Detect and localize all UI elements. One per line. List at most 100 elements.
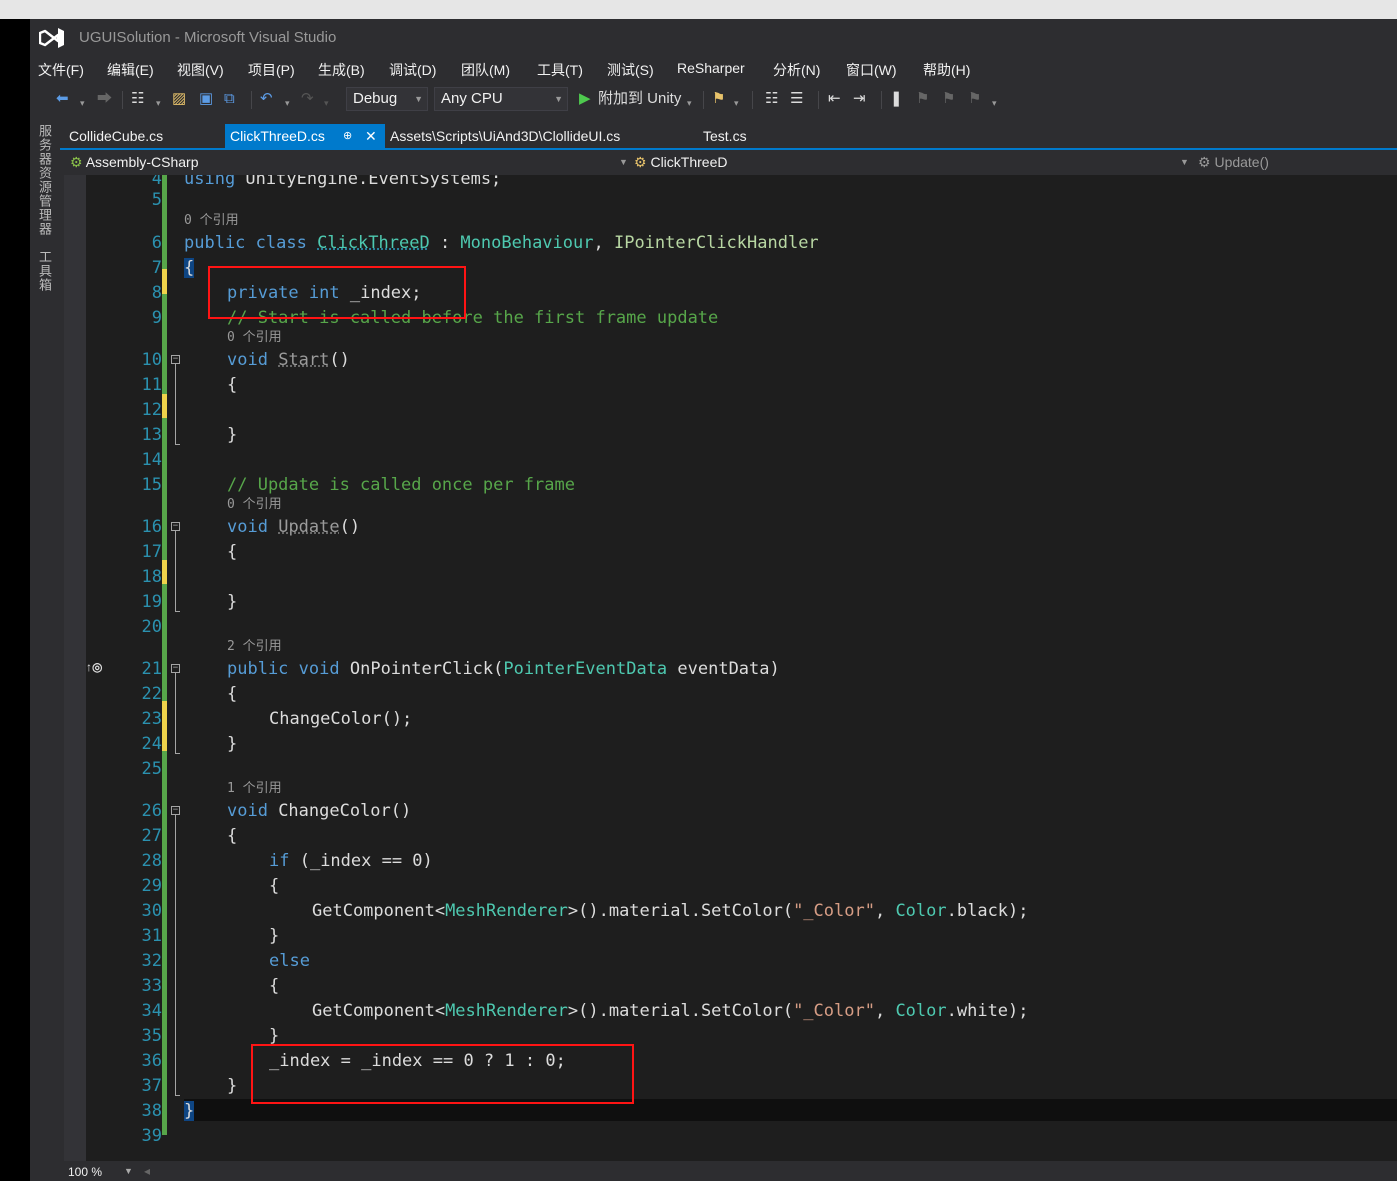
saved-change-bar <box>162 584 167 701</box>
line-number: 39 <box>141 1126 162 1146</box>
code-line: } <box>227 1076 238 1096</box>
new-project-icon[interactable]: ☷ <box>131 90 144 108</box>
toolbar-overflow-icon[interactable]: ▾ <box>992 94 997 112</box>
menu-window[interactable]: 窗口(W) <box>846 60 897 80</box>
toolbox-tab[interactable]: 工具箱 <box>35 250 54 292</box>
codelens-references[interactable]: 0 个引用 <box>227 498 282 512</box>
resharper-gutter-icon[interactable]: ↑◎ <box>86 660 102 674</box>
decrease-indent-icon[interactable]: ⇤ <box>828 90 841 108</box>
editor-status-line: 100 % ▼ ◂ <box>60 1161 1397 1181</box>
pin-icon[interactable]: ⊕ <box>343 124 352 148</box>
find-in-files-icon[interactable]: ⚑ <box>712 90 725 108</box>
menu-view[interactable]: 视图(V) <box>177 60 224 80</box>
zoom-level[interactable]: 100 % <box>68 1165 102 1179</box>
unsaved-change-bar <box>162 560 167 584</box>
toolbar-separator <box>703 91 704 109</box>
previous-bookmark-icon[interactable]: ⚑ <box>916 90 929 108</box>
class-view-icon[interactable]: ☰ <box>790 90 803 108</box>
menu-resharper[interactable]: ReSharper <box>677 60 745 76</box>
tab-clollideui[interactable]: Assets\Scripts\UiAnd3D\ClollideUI.cs <box>385 124 695 148</box>
type-name: MonoBehaviour <box>460 233 594 253</box>
navigate-back-icon[interactable]: ⬅ <box>56 90 69 108</box>
codelens-references[interactable]: 0 个引用 <box>184 214 239 228</box>
next-bookmark-icon[interactable]: ⚑ <box>942 90 955 108</box>
server-explorer-tab[interactable]: 服务器资源管理器 <box>35 124 54 236</box>
line-number: 24 <box>141 734 162 754</box>
codelens-references[interactable]: 1 个引用 <box>227 782 282 796</box>
saved-change-bar <box>162 418 167 560</box>
collapse-update-icon[interactable]: − <box>171 522 180 531</box>
solution-explorer-icon[interactable]: ☷ <box>765 90 778 108</box>
code-line: { <box>184 258 195 278</box>
codelens-references[interactable]: 2 个引用 <box>227 640 282 654</box>
attach-to-unity-button[interactable]: 附加到 Unity <box>598 90 681 108</box>
code-keyword-line: else <box>269 951 310 971</box>
line-number: 25 <box>141 759 162 779</box>
menu-project[interactable]: 项目(P) <box>248 60 295 80</box>
codelens-references[interactable]: 0 个引用 <box>227 331 282 345</box>
tab-test[interactable]: Test.cs <box>698 124 808 148</box>
outline-line <box>175 673 176 753</box>
open-file-icon[interactable]: ▨ <box>172 90 186 108</box>
matched-brace: { <box>184 258 195 278</box>
line-number: 26 <box>141 801 162 821</box>
close-icon[interactable]: ✕ <box>365 124 377 148</box>
code-line: { <box>269 976 280 996</box>
code-text: .white); <box>946 1001 1029 1021</box>
line-number: 31 <box>141 926 162 946</box>
tab-label: CollideCube.cs <box>69 128 164 144</box>
chevron-down-icon: ▼ <box>554 94 563 104</box>
play-icon[interactable]: ▶ <box>579 90 591 108</box>
line-number: 30 <box>141 901 162 921</box>
menu-help[interactable]: 帮助(H) <box>923 60 970 80</box>
zoom-dropdown-icon[interactable]: ▼ <box>124 1166 133 1176</box>
tab-clickthreed[interactable]: ClickThreeD.cs ⊕ ✕ <box>225 124 385 148</box>
menu-analyze[interactable]: 分析(N) <box>773 60 820 80</box>
redo-icon[interactable]: ↷ <box>301 90 314 108</box>
code-line: } <box>184 1101 195 1121</box>
member-dropdown[interactable]: ⚙ Update() <box>1198 151 1393 174</box>
solution-configuration-select[interactable]: Debug ▼ <box>346 87 428 111</box>
scroll-left-icon[interactable]: ◂ <box>144 1164 150 1178</box>
code-line: { <box>269 876 280 896</box>
tab-collidecube[interactable]: CollideCube.cs <box>64 124 224 148</box>
code-text: () <box>329 350 350 370</box>
collapse-onpointerclick-icon[interactable]: − <box>171 664 180 673</box>
save-all-icon[interactable]: ⧉ <box>224 90 235 108</box>
class-icon: ⚙ <box>634 154 647 170</box>
menu-file[interactable]: 文件(F) <box>38 60 84 80</box>
unsaved-change-bar <box>162 269 167 294</box>
increase-indent-icon[interactable]: ⇥ <box>853 90 866 108</box>
code-editor[interactable]: ↑◎ 4 5 6 7 8 9 10 11 12 13 14 15 16 17 1… <box>64 175 1397 1161</box>
class-dropdown[interactable]: ⚙ ClickThreeD ▼ <box>634 151 1189 174</box>
menu-build[interactable]: 生成(B) <box>318 60 365 80</box>
collapse-start-icon[interactable]: − <box>171 355 180 364</box>
menu-edit[interactable]: 编辑(E) <box>107 60 154 80</box>
redo-dropdown-icon[interactable]: ▾ <box>324 94 329 112</box>
type-name: MeshRenderer <box>445 1001 568 1021</box>
undo-icon[interactable]: ↶ <box>260 90 273 108</box>
navigate-forward-icon[interactable]: ⮕ <box>97 90 112 108</box>
screen-left-edge <box>0 19 30 1181</box>
clear-bookmarks-icon[interactable]: ⚑ <box>968 90 981 108</box>
undo-dropdown-icon[interactable]: ▾ <box>285 94 290 112</box>
project-dropdown[interactable]: ⚙ Assembly-CSharp ▼ <box>70 151 628 174</box>
attach-dropdown-icon[interactable]: ▾ <box>687 94 692 112</box>
menu-test[interactable]: 测试(S) <box>607 60 654 80</box>
back-dropdown-icon[interactable]: ▾ <box>80 94 85 112</box>
menu-team[interactable]: 团队(M) <box>461 60 510 80</box>
menu-tools[interactable]: 工具(T) <box>537 60 583 80</box>
menu-debug[interactable]: 调试(D) <box>389 60 436 80</box>
find-dropdown-icon[interactable]: ▾ <box>734 94 739 112</box>
bookmark-icon[interactable]: ❚ <box>890 90 903 108</box>
solution-platform-select[interactable]: Any CPU ▼ <box>434 87 568 111</box>
save-icon[interactable]: ▣ <box>199 90 213 108</box>
outline-end <box>175 1095 180 1096</box>
code-line: { <box>227 375 238 395</box>
new-project-dropdown-icon[interactable]: ▾ <box>156 94 161 112</box>
code-line: } <box>227 592 238 612</box>
collapse-changecolor-icon[interactable]: − <box>171 806 180 815</box>
code-line: GetComponent<MeshRenderer>().material.Se… <box>312 901 1029 921</box>
code-line: using UnityEngine.EventSystems; <box>184 175 501 189</box>
method-name: Start <box>278 350 330 370</box>
